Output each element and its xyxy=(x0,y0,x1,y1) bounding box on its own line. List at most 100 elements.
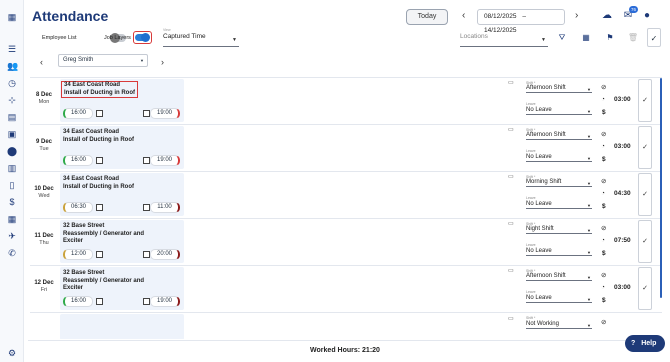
shift-select[interactable]: Afternoon Shift ▼ xyxy=(526,131,592,140)
filter-icon[interactable]: ⛛ xyxy=(555,31,569,45)
comment-icon[interactable]: ▭ xyxy=(508,267,514,274)
phone-icon[interactable]: ✆ xyxy=(7,248,17,258)
job-card[interactable]: 32 Base Street Reassembly / Generator and… xyxy=(60,220,184,263)
approve-row-button[interactable]: ✓ xyxy=(638,173,652,216)
no-break-icon[interactable]: ⊘ xyxy=(601,318,606,326)
leave-select[interactable]: No Leave ▼ xyxy=(526,106,592,115)
timer-icon[interactable]: ◔ xyxy=(601,96,605,103)
view-select[interactable]: Captured Time ▼ xyxy=(163,33,239,47)
end-checkbox[interactable] xyxy=(143,110,150,117)
prev-employee-icon[interactable]: ‹ xyxy=(40,57,43,67)
timer-icon[interactable]: ◔ xyxy=(601,284,605,291)
document-icon[interactable]: ▤ xyxy=(7,112,17,122)
start-checkbox[interactable] xyxy=(96,157,103,164)
no-break-icon[interactable]: ⊘ xyxy=(601,130,606,138)
dollar-icon[interactable]: $ xyxy=(602,109,606,116)
comment-icon[interactable]: ▭ xyxy=(508,173,514,180)
job-layers-toggle[interactable] xyxy=(133,31,152,44)
dollar-icon[interactable]: $ xyxy=(602,203,606,210)
report-icon[interactable]: ▦ xyxy=(7,214,17,224)
comment-icon[interactable]: ▭ xyxy=(508,220,514,227)
shift-select[interactable]: Night Shift ▼ xyxy=(526,225,592,234)
shift-select[interactable]: Morning Shift ▼ xyxy=(526,178,592,187)
help-button[interactable]: ? Help xyxy=(625,335,665,352)
end-time[interactable]: 11:00 xyxy=(150,202,180,213)
end-checkbox[interactable] xyxy=(143,157,150,164)
comment-icon[interactable]: ▭ xyxy=(508,79,514,86)
next-week-icon[interactable]: › xyxy=(575,10,578,21)
comment-icon[interactable]: ▭ xyxy=(508,126,514,133)
job-title[interactable]: 32 Base Street Reassembly / Generator and… xyxy=(63,270,144,293)
cloud-sync-icon[interactable]: ☁ xyxy=(600,9,614,23)
plane-icon[interactable]: ✈ xyxy=(7,231,17,241)
list-icon[interactable]: ☰ xyxy=(7,44,17,54)
flag-icon[interactable]: ⚑ xyxy=(603,31,617,45)
no-break-icon[interactable]: ⊘ xyxy=(601,83,606,91)
user-account-icon[interactable]: ● xyxy=(640,9,654,23)
leave-select[interactable]: No Leave ▼ xyxy=(526,247,592,256)
approve-row-button[interactable]: ✓ xyxy=(638,267,652,310)
dollar-icon[interactable]: $ xyxy=(602,250,606,257)
clock-icon[interactable]: ◷ xyxy=(7,78,17,88)
date-range-input[interactable]: 08/12/2025 – 14/12/2025 xyxy=(477,9,565,34)
job-card[interactable]: 34 East Coast Road Install of Ducting in … xyxy=(60,126,184,169)
dollar-icon[interactable]: $ xyxy=(602,297,606,304)
leave-select[interactable]: No Leave ▼ xyxy=(526,153,592,162)
scrollbar[interactable] xyxy=(660,78,662,298)
dollar-icon[interactable]: $ xyxy=(7,197,17,207)
next-employee-icon[interactable]: › xyxy=(161,57,164,67)
timer-icon[interactable]: ◔ xyxy=(601,143,605,150)
job-title[interactable]: 32 Base Street Reassembly / Generator and… xyxy=(63,223,144,246)
leave-select[interactable]: No Leave ▼ xyxy=(526,294,592,303)
org-chart-icon[interactable]: ⊹ xyxy=(7,95,17,105)
no-break-icon[interactable]: ⊘ xyxy=(601,177,606,185)
start-time[interactable]: 06:30 xyxy=(63,202,93,213)
approve-row-button[interactable]: ✓ xyxy=(638,79,652,122)
job-title[interactable]: 34 East Coast Road Install of Ducting in … xyxy=(63,129,134,144)
building-icon[interactable]: ▥ xyxy=(7,163,17,173)
job-card[interactable] xyxy=(60,314,184,339)
comment-icon[interactable]: ▭ xyxy=(508,315,514,322)
end-checkbox[interactable] xyxy=(143,251,150,258)
calendar-icon[interactable]: ▣ xyxy=(7,129,17,139)
grid-icon[interactable]: ▦ xyxy=(7,12,17,22)
start-time[interactable]: 12:00 xyxy=(63,249,93,260)
leave-select[interactable]: No Leave ▼ xyxy=(526,200,592,209)
settings-gear-icon[interactable]: ⚙ xyxy=(7,348,17,358)
job-card[interactable]: 32 Base Street Reassembly / Generator and… xyxy=(60,267,184,310)
job-card[interactable]: 34 East Coast Road Install of Ducting in … xyxy=(60,79,184,122)
end-checkbox[interactable] xyxy=(143,298,150,305)
end-time[interactable]: 19:00 xyxy=(150,296,180,307)
start-checkbox[interactable] xyxy=(96,298,103,305)
shift-select[interactable]: Afternoon Shift ▼ xyxy=(526,272,592,281)
today-button[interactable]: Today xyxy=(406,9,448,25)
start-checkbox[interactable] xyxy=(96,110,103,117)
dollar-icon[interactable]: $ xyxy=(602,156,606,163)
start-checkbox[interactable] xyxy=(96,204,103,211)
job-title[interactable]: 34 East Coast Road Install of Ducting in … xyxy=(63,176,134,191)
start-time[interactable]: 16:00 xyxy=(63,155,93,166)
job-title[interactable]: 34 East Coast Road Install of Ducting in … xyxy=(61,81,138,98)
no-break-icon[interactable]: ⊘ xyxy=(601,224,606,232)
file-icon[interactable]: ▯ xyxy=(7,180,17,190)
shift-select[interactable]: Not Working ▼ xyxy=(526,320,592,329)
approve-row-button[interactable]: ✓ xyxy=(638,126,652,169)
users-icon[interactable]: 👥 xyxy=(7,61,18,71)
prev-week-icon[interactable]: ‹ xyxy=(462,10,465,21)
chart-export-icon[interactable]: ▦ xyxy=(579,31,593,45)
shift-select[interactable]: Afternoon Shift ▼ xyxy=(526,84,592,93)
locations-select[interactable]: Locations ▼ xyxy=(460,33,548,47)
end-time[interactable]: 19:00 xyxy=(150,155,180,166)
no-break-icon[interactable]: ⊘ xyxy=(601,271,606,279)
end-checkbox[interactable] xyxy=(143,204,150,211)
end-time[interactable]: 19:00 xyxy=(150,108,180,119)
timer-icon[interactable]: ◔ xyxy=(601,190,605,197)
job-card[interactable]: 34 East Coast Road Install of Ducting in … xyxy=(60,173,184,216)
start-time[interactable]: 16:00 xyxy=(63,296,93,307)
start-checkbox[interactable] xyxy=(96,251,103,258)
employee-select[interactable]: Greg Smith ▼ xyxy=(58,54,148,67)
approve-row-button[interactable]: ✓ xyxy=(638,220,652,263)
approve-all-button[interactable]: ✓ xyxy=(647,28,661,47)
start-time[interactable]: 16:00 xyxy=(63,108,93,119)
end-time[interactable]: 20:00 xyxy=(150,249,180,260)
